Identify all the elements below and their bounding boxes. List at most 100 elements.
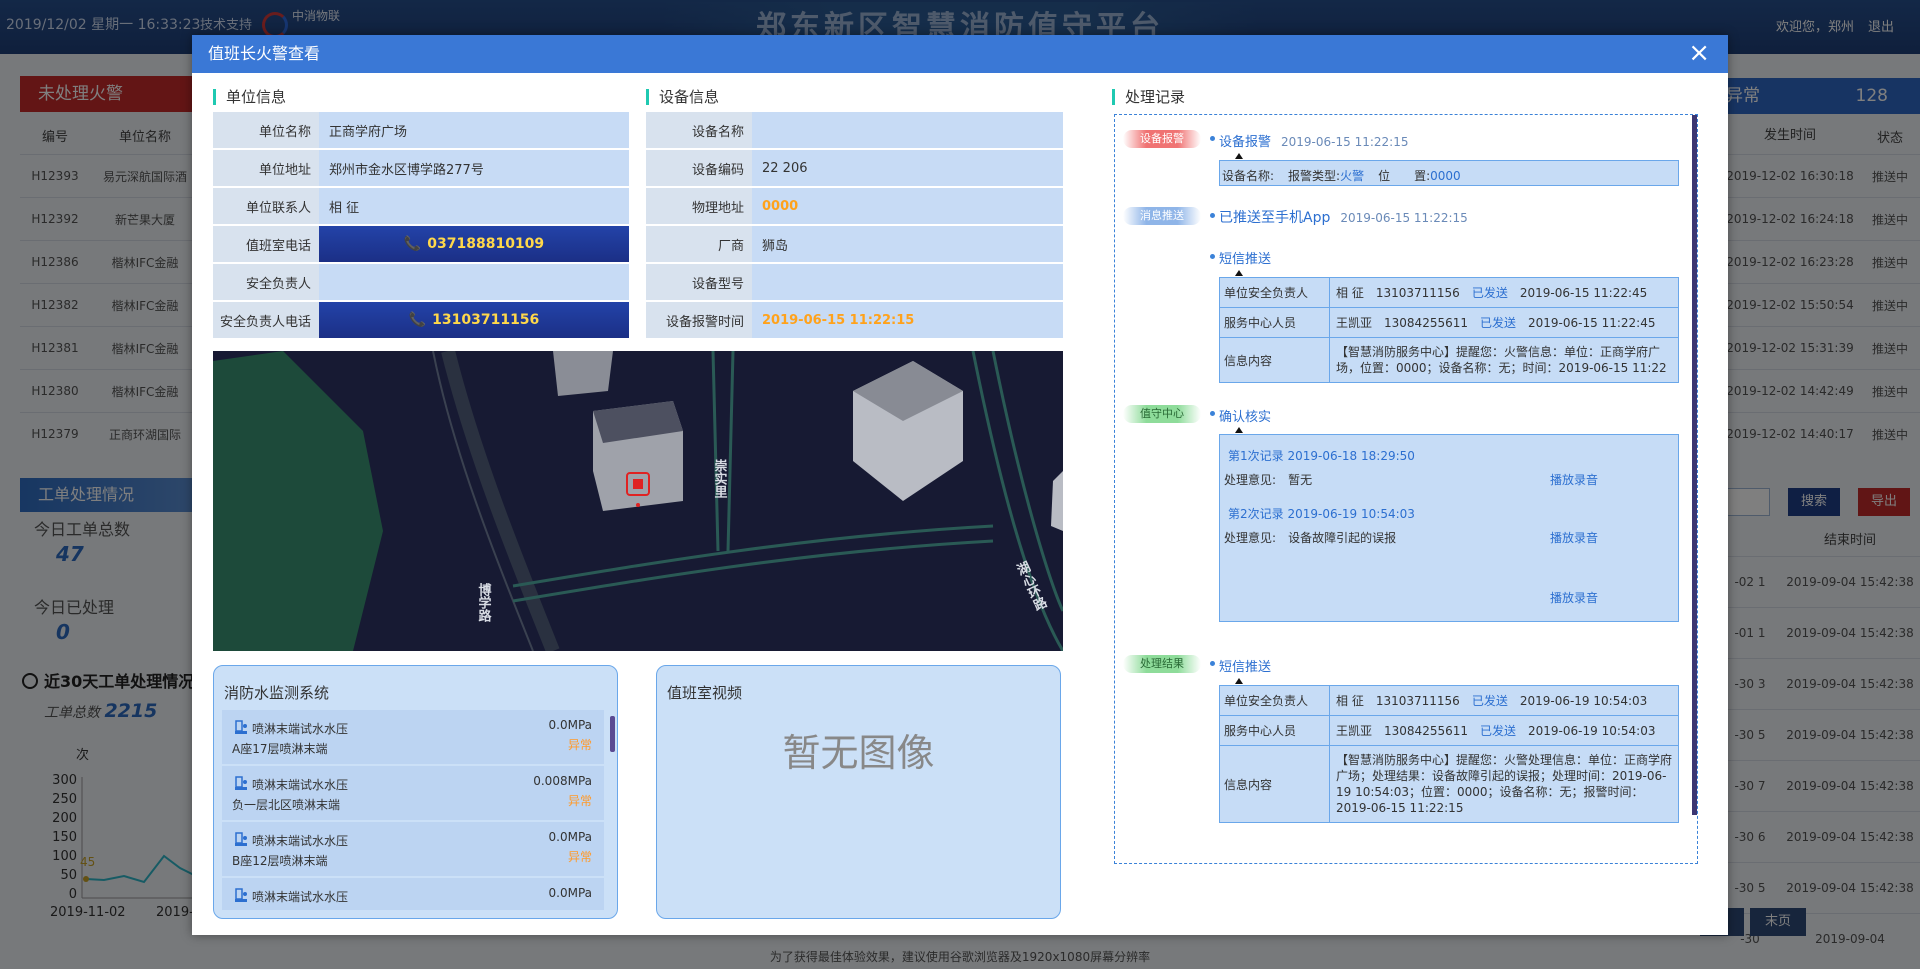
cell-phone: 13084255611 [1384,723,1468,738]
table-row: 信息内容 【智慧消防服务中心】提醒您：火警信息：单位：正商学府广场，位置：0000… [1220,338,1678,382]
cell-time: 2019-06-15 11:22:45 [1528,315,1656,330]
info-label: 厂商 [646,226,752,262]
info-row: 值班室电话 📞 037188810109 [213,226,629,262]
info-label: 物理地址 [646,188,752,224]
info-value: 郑州市金水区博学路277号 [319,150,629,186]
info-row: 单位地址 郑州市金水区博学路277号 [213,150,629,186]
row-label: 单位安全负责人 [1220,686,1330,715]
info-label: 设备报警时间 [646,302,752,338]
water-monitor-list[interactable]: 喷淋末端试水水压 A座17层喷淋末端 0.0MPa 异常 喷淋末端试水水压 负一层北区喷淋… [222,710,604,910]
list-item[interactable]: 喷淋末端试水水压 0.0MPa [222,878,604,910]
row-value: 相 征 13103711156 已发送 2019-06-15 11:22:45 [1330,278,1678,307]
play-audio-link[interactable]: 播放录音 [1550,529,1598,546]
water-monitor-panel: 消防水监测系统 喷淋末端试水水压 A座17层喷淋末端 0.0MPa 异常 喷淋末端试水水… [213,665,618,919]
tag-device-alarm: 设备报警 [1123,130,1201,148]
cell-time: 2019-06-15 11:22:45 [1519,285,1648,300]
cell-status: 已发送 [1480,724,1517,738]
info-value: 0000 [752,188,1063,224]
confirm-box: 第1次记录 2019-06-18 18:29:50 处理意见: 暂无 播放录音 … [1219,434,1679,622]
info-row: 单位联系人相 征 [213,188,629,224]
cell-time: 2019-06-19 10:54:03 [1519,693,1648,708]
event-title: 已推送至手机App 2019-06-15 11:22:15 [1219,210,1468,226]
info-label: 设备型号 [646,264,752,300]
cell-phone: 13103711156 [1375,285,1460,300]
info-row: 设备名称 [646,112,1063,148]
cell-name: 相 征 [1336,694,1364,708]
phone-number: 037188810109 [427,236,545,252]
play-audio-link[interactable]: 播放录音 [1550,471,1598,488]
alarm-detail-box: 设备名称: 报警类型:火警 位 置:0000 [1219,160,1679,186]
phone-number-button[interactable]: 📞 037188810109 [319,226,629,262]
location-map[interactable]: 崇实里 博学路 湖心环路 [213,351,1063,651]
sms-push-table: 单位安全负责人相 征 13103711156 已发送 2019-06-15 11:22… [1219,277,1679,383]
table-row: 服务中心人员 王凯亚 13084255611 已发送 2019-06-15 11:22:… [1220,308,1678,338]
info-label: 单位地址 [213,150,319,186]
table-row: 信息内容 【智慧消防服务中心】提醒您：火警处理信息：单位：正商学府广场；处理结果：… [1220,746,1678,822]
table-row: 服务中心人员 王凯亚 13084255611 已发送 2019-06-19 10:54:… [1220,716,1678,746]
map-building [553,351,613,396]
info-label: 设备名称 [646,112,752,148]
pressure-gauge-icon [234,720,248,736]
info-label: 值班室电话 [213,226,319,262]
device-info-table: 设备名称 设备编码 22 206 物理地址 0000 厂商 狮岛 设备型号 设备报警时间 2019… [646,110,1063,340]
list-item[interactable]: 喷淋末端试水水压 B座12层喷淋末端 0.0MPa 异常 [222,822,604,876]
tag-duty-center: 值守中心 [1123,405,1201,423]
cell-phone: 13084255611 [1384,315,1468,330]
duty-video-panel: 值班室视频 暂无图像 [656,665,1061,919]
sensor-location: B座12层喷淋末端 [232,854,328,868]
info-row: 安全负责人电话 📞 13103711156 [213,302,629,338]
info-value [752,112,1063,148]
process-records: 设备报警 设备报警 2019-06-15 11:22:15 设备名称: 报警类型:… [1114,114,1698,864]
pressure-gauge-icon [234,832,248,848]
scrollbar[interactable] [1692,115,1697,815]
sensor-value: 0.0MPa [548,886,593,900]
cell-status: 已发送 [1471,694,1508,708]
info-value: 正商学府广场 [319,112,629,148]
info-row: 设备编码 22 206 [646,150,1063,186]
phone-icon: 📞 [408,312,427,328]
sensor-location: 负一层北区喷淋末端 [232,798,341,812]
table-row: 单位安全负责人相 征 13103711156 已发送 2019-06-15 11:22… [1220,278,1678,308]
list-item[interactable]: 喷淋末端试水水压 负一层北区喷淋末端 0.008MPa 异常 [222,766,604,820]
no-image-text: 暂无图像 [782,731,935,775]
cell-status: 已发送 [1480,316,1517,330]
info-label: 设备编码 [646,150,752,186]
play-audio-link[interactable]: 播放录音 [1550,589,1598,606]
sensor-value: 0.0MPa [548,718,593,732]
sensor-name: 喷淋末端试水水压 [252,778,349,792]
close-icon[interactable]: × [1688,39,1710,67]
row-value: 相 征 13103711156 已发送 2019-06-19 10:54:03 [1330,686,1678,715]
confirm-title: 确认核实 [1219,410,1272,425]
row-label: 服务中心人员 [1220,716,1330,745]
info-row: 厂商 狮岛 [646,226,1063,262]
tag-message-push: 消息推送 [1123,207,1201,225]
device-info-title: 设备信息 [646,89,719,105]
scrollbar[interactable] [610,716,615,752]
unit-info-title: 单位信息 [213,89,286,105]
road-label: 博学路 [476,582,492,622]
row-value: 王凯亚 13084255611 已发送 2019-06-19 10:54:03 [1330,716,1678,745]
list-item[interactable]: 喷淋末端试水水压 A座17层喷淋末端 0.0MPa 异常 [222,710,604,764]
tag-process-result: 处理结果 [1123,655,1201,673]
pressure-gauge-icon [234,776,248,792]
phone-number-button[interactable]: 📞 13103711156 [319,302,629,338]
message-content: 【智慧消防服务中心】提醒您：火警处理信息：单位：正商学府广场；处理结果：设备故障… [1336,753,1673,815]
map-road [441,351,560,651]
sensor-name: 喷淋末端试水水压 [252,890,349,904]
pressure-gauge-icon [234,888,248,904]
info-label: 单位名称 [213,112,319,148]
info-value: 狮岛 [752,226,1063,262]
info-value [319,264,629,300]
cell-name: 相 征 [1336,286,1364,300]
alarm-detail-modal: 值班长火警查看 × 单位信息 单位名称 正商学府广场 单位地址 郑州市金水区博学路27… [192,35,1728,935]
sensor-name: 喷淋末端试水水压 [252,834,349,848]
sensor-status: 异常 [567,794,592,808]
row-label: 单位安全负责人 [1220,278,1330,307]
info-row: 单位名称 正商学府广场 [213,112,629,148]
modal-title: 值班长火警查看 [192,35,1728,73]
unit-info-table: 单位名称 正商学府广场 单位地址 郑州市金水区博学路277号 单位联系人相 征值班室电话… [213,110,629,340]
cell-time: 2019-06-19 10:54:03 [1528,723,1656,738]
road-label: 崇实里 [712,458,728,499]
info-value: 22 206 [752,150,1063,186]
row-label: 服务中心人员 [1220,308,1330,337]
